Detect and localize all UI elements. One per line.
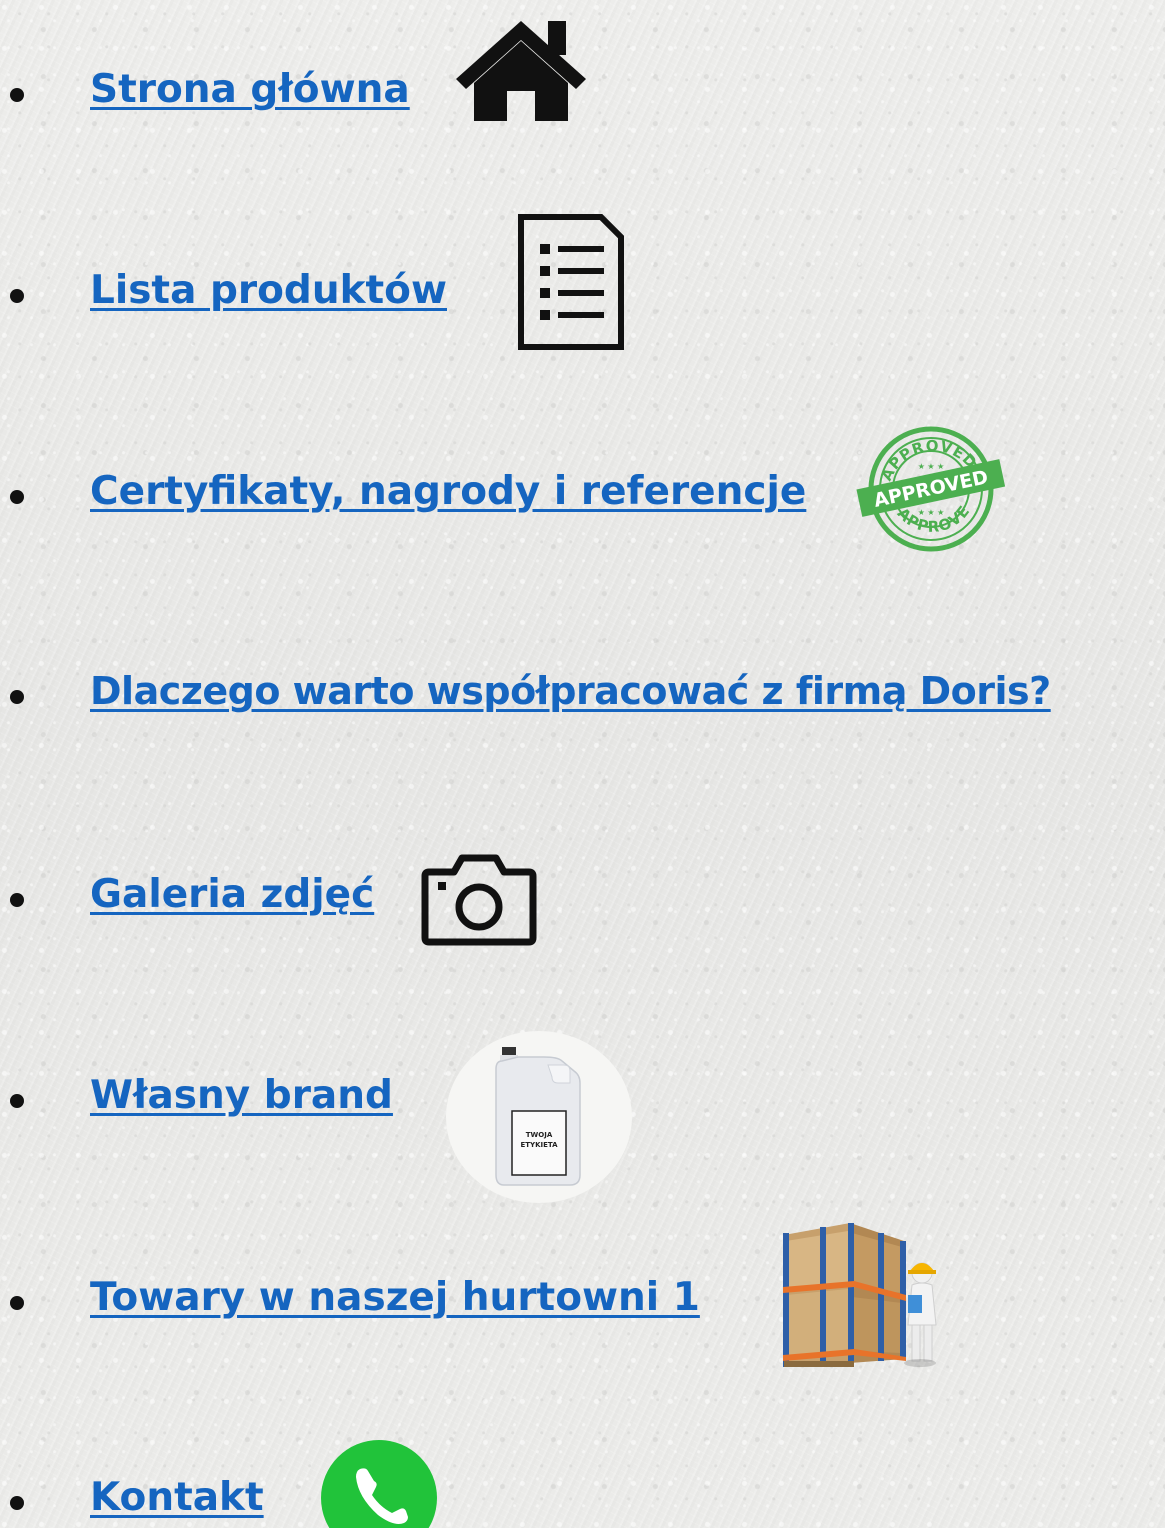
- home-icon[interactable]: [452, 13, 590, 123]
- products-list-link[interactable]: Lista produktów: [90, 271, 447, 310]
- bullet-marker: [10, 88, 24, 102]
- navigation-menu: Strona główna Lista produktów Certyfikat…: [0, 0, 1165, 1528]
- canister-label-line1: TWOJA: [526, 1131, 553, 1139]
- bullet-marker: [10, 490, 24, 504]
- camera-icon[interactable]: [420, 852, 538, 946]
- bullet-marker: [10, 289, 24, 303]
- bullet-marker: [10, 690, 24, 704]
- svg-text:★ ★ ★: ★ ★ ★: [918, 508, 945, 517]
- phone-icon[interactable]: [320, 1439, 438, 1528]
- warehouse-worker-icon[interactable]: [780, 1221, 942, 1371]
- svg-text:★ ★ ★: ★ ★ ★: [918, 462, 945, 471]
- gallery-link[interactable]: Galeria zdjęć: [90, 875, 374, 914]
- approved-stamp-icon[interactable]: APPROVED APPROVED APPROVED ★ ★ ★ ★ ★ ★: [852, 425, 1010, 553]
- bullet-marker: [10, 1296, 24, 1310]
- certificates-link[interactable]: Certyfikaty, nagrody i referencje: [90, 472, 806, 511]
- home-link[interactable]: Strona główna: [90, 70, 410, 109]
- bullet-marker: [10, 1496, 24, 1510]
- list-document-icon[interactable]: [518, 214, 624, 350]
- warehouse-link[interactable]: Towary w naszej hurtowni 1: [90, 1278, 700, 1317]
- contact-link[interactable]: Kontakt: [90, 1478, 264, 1517]
- bullet-marker: [10, 1094, 24, 1108]
- canister-label-icon[interactable]: TWOJA ETYKIETA: [492, 1047, 584, 1189]
- why-doris-link[interactable]: Dlaczego warto współpracować z firmą Dor…: [90, 672, 1051, 710]
- own-brand-link[interactable]: Własny brand: [90, 1076, 393, 1115]
- bullet-marker: [10, 893, 24, 907]
- canister-label-line2: ETYKIETA: [520, 1141, 558, 1149]
